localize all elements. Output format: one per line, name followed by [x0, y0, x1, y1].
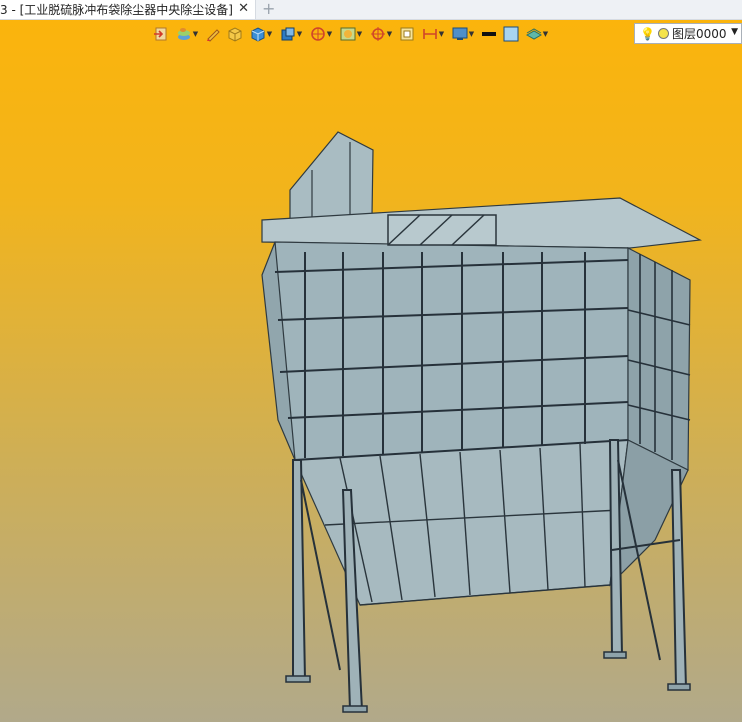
pen-icon[interactable] [202, 24, 224, 44]
lightbulb-icon[interactable]: 💡 [640, 27, 655, 41]
dimension-icon[interactable]: ▼ [418, 24, 448, 44]
dust-collector-model [261, 131, 703, 713]
new-tab-button[interactable]: + [262, 0, 275, 18]
layer-name: 图层0000 [671, 27, 727, 41]
material-icon[interactable]: ▼ [522, 24, 552, 44]
front-body [274, 241, 629, 461]
display-icon[interactable]: ▼ [448, 24, 478, 44]
frame-icon[interactable] [396, 24, 418, 44]
layers-icon[interactable]: ▼ [172, 24, 202, 44]
document-tab[interactable]: 3 - [工业脱硫脉冲布袋除尘器中央除尘设备] ✕ [0, 0, 256, 19]
close-icon[interactable]: ✕ [238, 1, 249, 16]
view-toolbar: ▼ ▼ ▼ ▼ ▼ ▼ ▼ ▼ ▼ [150, 23, 552, 45]
snap-icon[interactable]: ▼ [306, 24, 336, 44]
top-hood [289, 131, 374, 226]
3d-viewport[interactable]: ▼ ▼ ▼ ▼ ▼ ▼ ▼ ▼ ▼ 💡 图层0000 ▼ [0, 20, 742, 722]
layer-color-icon [657, 28, 669, 39]
cube-color-icon[interactable]: ▼ [246, 24, 276, 44]
box-icon[interactable] [224, 24, 246, 44]
view-cube-icon[interactable]: ▼ [276, 24, 306, 44]
side-body [627, 247, 691, 471]
render-icon[interactable]: ▼ [336, 24, 366, 44]
tab-bar: 3 - [工业脱硫脉冲布袋除尘器中央除尘设备] ✕ + [0, 0, 742, 20]
target-icon[interactable]: ▼ [366, 24, 396, 44]
import-icon[interactable] [150, 24, 172, 44]
fill-color-icon[interactable] [500, 24, 522, 44]
line-color-icon[interactable] [478, 24, 500, 44]
layer-dropdown[interactable]: 💡 图层0000 ▼ [634, 23, 742, 44]
tab-title: 3 - [工业脱硫脉冲布袋除尘器中央除尘设备] [0, 3, 233, 17]
chevron-down-icon[interactable]: ▼ [731, 27, 738, 37]
